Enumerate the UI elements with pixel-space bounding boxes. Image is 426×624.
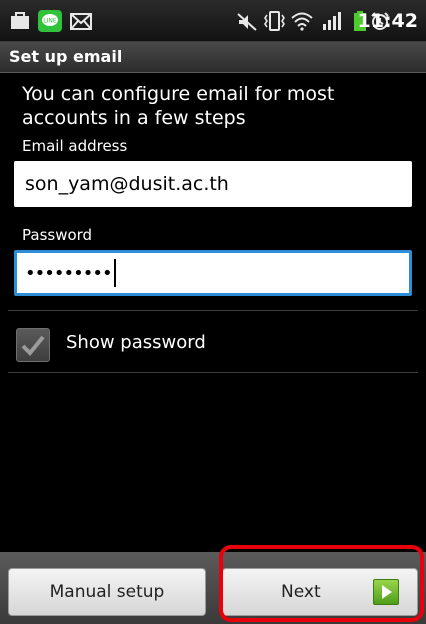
- next-button[interactable]: Next: [222, 568, 418, 616]
- line-app-icon: LINE: [38, 10, 62, 32]
- show-password-row[interactable]: Show password: [0, 312, 426, 372]
- mail-icon: [70, 13, 92, 30]
- divider: [8, 372, 418, 373]
- show-password-checkbox[interactable]: [16, 328, 50, 362]
- status-bar: LINE 11:42: [0, 0, 426, 42]
- title-bar: Set up email: [0, 42, 426, 73]
- password-field[interactable]: •••••••••: [14, 250, 412, 296]
- page-title: Set up email: [9, 47, 123, 66]
- intro-text: You can configure email for most account…: [22, 83, 335, 129]
- email-field[interactable]: son_yam@dusit.ac.th: [14, 161, 412, 207]
- next-arrow-icon: [373, 579, 399, 605]
- divider: [8, 310, 418, 311]
- svg-text:LINE: LINE: [43, 18, 57, 25]
- email-field-value: son_yam@dusit.ac.th: [25, 173, 229, 195]
- checkmark-icon: [21, 335, 45, 356]
- email-label: Email address: [22, 137, 128, 155]
- briefcase-icon: [11, 12, 29, 29]
- signal-icon: [323, 12, 341, 30]
- show-password-label: Show password: [66, 332, 206, 353]
- text-cursor: [113, 259, 116, 287]
- status-time: 11:42: [357, 10, 418, 32]
- manual-setup-label: Manual setup: [49, 582, 165, 602]
- next-label: Next: [281, 582, 321, 602]
- bottom-bar: Manual setup Next: [0, 552, 426, 624]
- password-field-value: •••••••••: [25, 262, 113, 284]
- manual-setup-button[interactable]: Manual setup: [8, 568, 206, 616]
- wifi-icon: [291, 12, 313, 31]
- mute-icon: [237, 13, 257, 31]
- vibrate-icon: [264, 11, 285, 31]
- password-label: Password: [22, 226, 93, 244]
